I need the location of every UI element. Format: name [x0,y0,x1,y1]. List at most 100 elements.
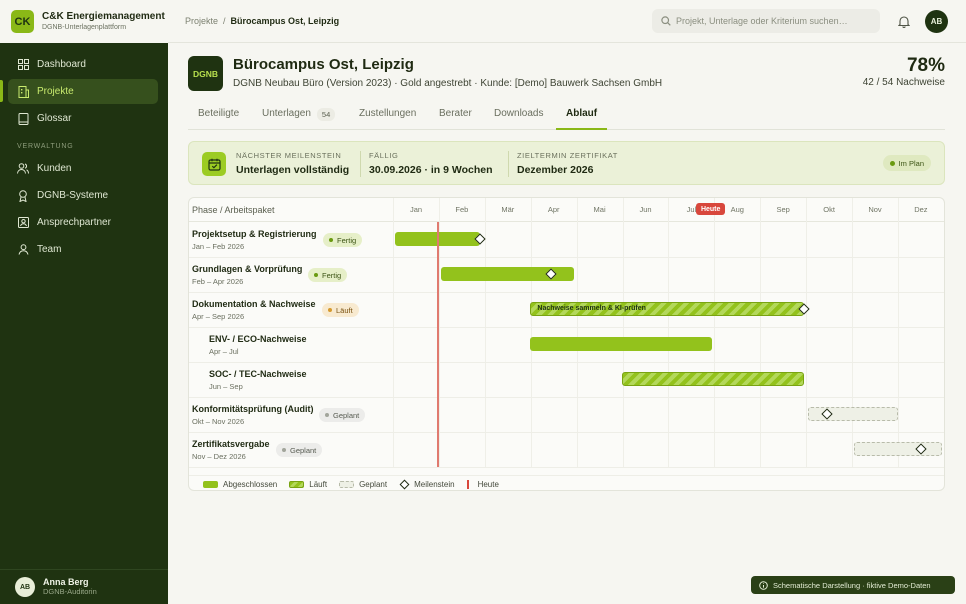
breadcrumb: Projekte / Bürocampus Ost, Leipzig [185,16,339,26]
grid-line [576,198,578,467]
dashboard-icon [17,59,29,71]
status-dot [328,308,332,312]
divider [508,151,509,177]
status-badge: Läuft [322,303,359,317]
sidebar-item-team[interactable]: Team [8,237,158,262]
sidebar-item-label: Dashboard [37,59,86,70]
tab-ablauf[interactable]: Ablauf [556,101,608,130]
gantt-bar[interactable] [622,372,804,386]
milestone-target-label: ZIELTERMIN ZERTIFIKAT [517,151,618,160]
month-label: Feb [455,205,469,214]
gantt-legend: Abgeschlossen Läuft Geplant Meilenstein … [189,475,944,490]
status-dot [329,238,333,242]
phase-title: Dokumentation & Nachweise [192,299,316,309]
gantt-bar[interactable]: Nachweise sammeln & KI-prüfen [530,302,804,316]
progress-percent: 78% [906,55,945,76]
tab-label: Downloads [494,108,544,119]
row-divider [189,432,944,433]
sidebar-item-dashboard[interactable]: Dashboard [8,52,158,77]
row-divider [189,327,944,328]
tab-zustellungen[interactable]: Zustellungen [359,101,416,130]
phase-title: SOC- / TEC-Nachweise [209,369,307,379]
brand[interactable]: CK C&K Energiemanagement DGNB-Unterlagen… [0,0,168,43]
gantt-bar[interactable] [854,442,942,456]
row-divider [189,467,944,468]
legend-plan: Geplant [339,480,387,489]
tab-unterlagen[interactable]: Unterlagen 54 [262,101,336,130]
grid-line [897,198,899,467]
phase-range: Apr – Jul [209,347,239,356]
status-dot [325,413,329,417]
breadcrumb-projekte[interactable]: Projekte [185,16,218,26]
row-divider [189,362,944,363]
sidebar-item-label: Projekte [37,86,74,97]
info-icon [759,580,768,590]
sidebar-item-label: Kunden [37,163,72,174]
status-badge: Im Plan [882,155,931,171]
users-icon [17,163,29,175]
breadcrumb-current: Bürocampus Ost, Leipzig [230,16,340,26]
footnote-text: Schematische Darstellung · fiktive Demo-… [773,580,931,590]
gantt-bar[interactable] [530,337,712,351]
legend-label: Läuft [309,479,328,489]
status-label: Im Plan [898,158,924,168]
award-icon [17,189,29,202]
brand-title: C&K Energiemanagement [42,11,165,23]
sidebar-item-label: Ansprechpartner [37,217,111,228]
calendar-check-icon [202,152,226,176]
phase-title: ENV- / ECO-Nachweise [209,334,307,344]
legend-today: Heute [466,479,499,489]
today-line [436,222,439,467]
tab-beteiligte[interactable]: Beteiligte [198,101,239,130]
sidebar-item-glossar[interactable]: Glossar [8,106,158,131]
phase-title: Konformitätsprüfung (Audit) [192,404,314,414]
status-label: Fertig [322,270,342,280]
tab-label: Berater [439,108,472,119]
legend-label: Abgeschlossen [223,479,278,489]
month-label: Apr [547,205,560,214]
search-icon [661,16,671,26]
sidebar-section-label: VERWALTUNG [17,143,74,150]
tab-downloads[interactable]: Downloads [494,101,543,130]
today-label: Heute [695,203,726,215]
month-label: Dez [914,205,928,214]
status-badge: Fertig [308,268,348,282]
search-placeholder: Projekt, Unterlage oder Kriterium suchen… [676,16,848,26]
milestone-next-value: Unterlagen vollständig [236,164,350,176]
bell-icon[interactable] [896,13,912,29]
legend-done: Abgeschlossen [203,480,277,489]
row-divider [189,397,944,398]
user-profile[interactable]: AB Anna Berg DGNB-Auditorin [0,569,168,604]
sidebar-item-kunden[interactable]: Kunden [8,156,158,181]
tab-label: Ablauf [566,108,598,119]
status-dot [889,160,895,166]
grid-line [852,198,853,467]
search-input[interactable]: Projekt, Unterlage oder Kriterium suchen… [652,9,880,33]
legend-label: Meilenstein [414,479,455,489]
tab-bar: Beteiligte Unterlagen 54 Zustellungen Ber… [188,101,945,130]
tab-label: Beteiligte [198,108,240,119]
avatar[interactable]: AB [925,10,948,33]
status-badge: Geplant [276,443,323,457]
month-label: Jun [639,205,652,214]
phase-title: Zertifikatsvergabe [192,439,270,449]
sidebar-item-projekte[interactable]: Projekte [8,79,158,104]
sidebar-item-label: DGNB-Systeme [37,190,109,201]
status-badge: Geplant [319,408,366,422]
grid-line [760,198,762,467]
contact-card-icon [17,217,29,229]
sidebar-item-ansprechpartner[interactable]: Ansprechpartner [8,210,158,235]
user-role: DGNB-Auditorin [43,586,97,596]
status-badge: Fertig [323,233,363,247]
phase-title: Projektsetup & Registrierung [192,229,317,239]
milestone-due-label: FÄLLIG [369,151,399,160]
month-label: Jan [409,205,423,214]
today-marker-icon [466,479,469,489]
phase-range: Jun – Sep [209,382,243,391]
legend-label: Geplant [359,479,388,489]
building-icon [17,85,29,98]
sidebar-item-dgnb-systeme[interactable]: DGNB-Systeme [8,183,158,208]
grid-line [806,198,808,467]
tab-berater[interactable]: Berater [439,101,472,130]
next-milestone-panel: NÄCHSTER MEILENSTEIN Unterlagen vollstän… [188,141,945,185]
